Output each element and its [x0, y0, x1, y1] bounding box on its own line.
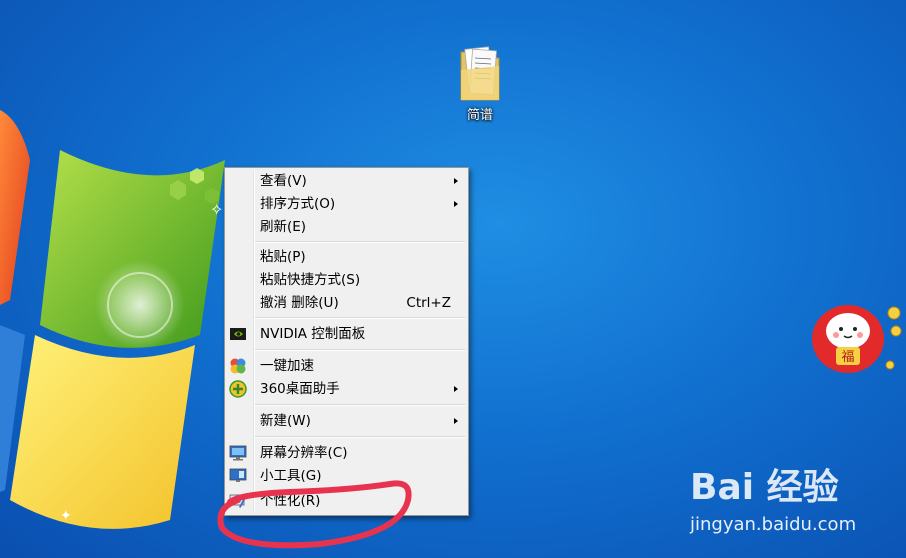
menu-item-label: 撤消 删除(U): [260, 295, 339, 311]
menu-item-view[interactable]: 查看(V): [226, 170, 467, 192]
submenu-arrow-icon: [454, 178, 458, 184]
menu-item-screen-resolution[interactable]: 屏幕分辨率(C): [226, 442, 467, 464]
360-icon: [229, 380, 247, 398]
menu-item-paste-shortcut[interactable]: 粘贴快捷方式(S): [226, 269, 467, 291]
submenu-arrow-icon: [454, 386, 458, 392]
menu-item-label: 粘贴(P): [260, 249, 306, 265]
menu-item-one-click-speedup[interactable]: 一键加速: [226, 355, 467, 377]
menu-item-undo-delete[interactable]: 撤消 删除(U) Ctrl+Z: [226, 292, 467, 314]
menu-item-paste[interactable]: 粘贴(P): [226, 246, 467, 268]
menu-item-nvidia[interactable]: NVIDIA 控制面板: [226, 323, 467, 345]
fortune-sticker: 福: [812, 305, 902, 373]
menu-item-label: 查看(V): [260, 173, 307, 189]
nvidia-icon: [230, 328, 246, 340]
submenu-arrow-icon: [454, 201, 458, 207]
menu-separator: [255, 404, 465, 406]
menu-separator: [255, 241, 465, 243]
menu-item-label: 屏幕分辨率(C): [260, 445, 348, 461]
speedup-icon: [230, 358, 246, 374]
svg-text:✧: ✧: [210, 200, 223, 219]
watermark-logo: Bai 经验: [690, 467, 839, 508]
menu-item-label: 排序方式(O): [260, 196, 336, 212]
menu-separator: [255, 317, 465, 319]
menu-item-shortcut: Ctrl+Z: [406, 295, 451, 311]
menu-item-360-desktop-assistant[interactable]: 360桌面助手: [226, 378, 467, 400]
menu-item-label: 新建(W): [260, 413, 311, 429]
menu-item-label: 刷新(E): [260, 219, 307, 235]
folder-icon: [460, 46, 500, 101]
sticker-text: 福: [841, 350, 854, 365]
menu-item-new[interactable]: 新建(W): [226, 410, 467, 432]
menu-item-label: 360桌面助手: [260, 381, 340, 397]
menu-item-refresh[interactable]: 刷新(E): [226, 216, 467, 238]
watermark-url: jingyan.baidu.com: [690, 514, 857, 535]
desktop-context-menu: 查看(V) 排序方式(O) 刷新(E) 粘贴(P) 粘贴快捷方式(S) 撤消 删…: [224, 167, 469, 516]
menu-separator: [255, 349, 465, 351]
svg-text:✦: ✦: [60, 508, 72, 524]
desktop-icon-label: 简谱: [466, 108, 493, 123]
submenu-arrow-icon: [454, 418, 458, 424]
menu-separator: [255, 436, 465, 438]
menu-item-label: 粘贴快捷方式(S): [260, 272, 361, 288]
desktop-folder-item[interactable]: 简谱: [448, 44, 512, 123]
menu-item-label: 一键加速: [260, 358, 314, 374]
menu-item-sort-by[interactable]: 排序方式(O): [226, 193, 467, 215]
monitor-icon: [229, 445, 247, 461]
menu-item-label: NVIDIA 控制面板: [260, 326, 366, 342]
highlight-scribble: [217, 480, 412, 549]
baidu-jingyan-watermark: Bai 经验 jingyan.baidu.com: [690, 458, 900, 554]
